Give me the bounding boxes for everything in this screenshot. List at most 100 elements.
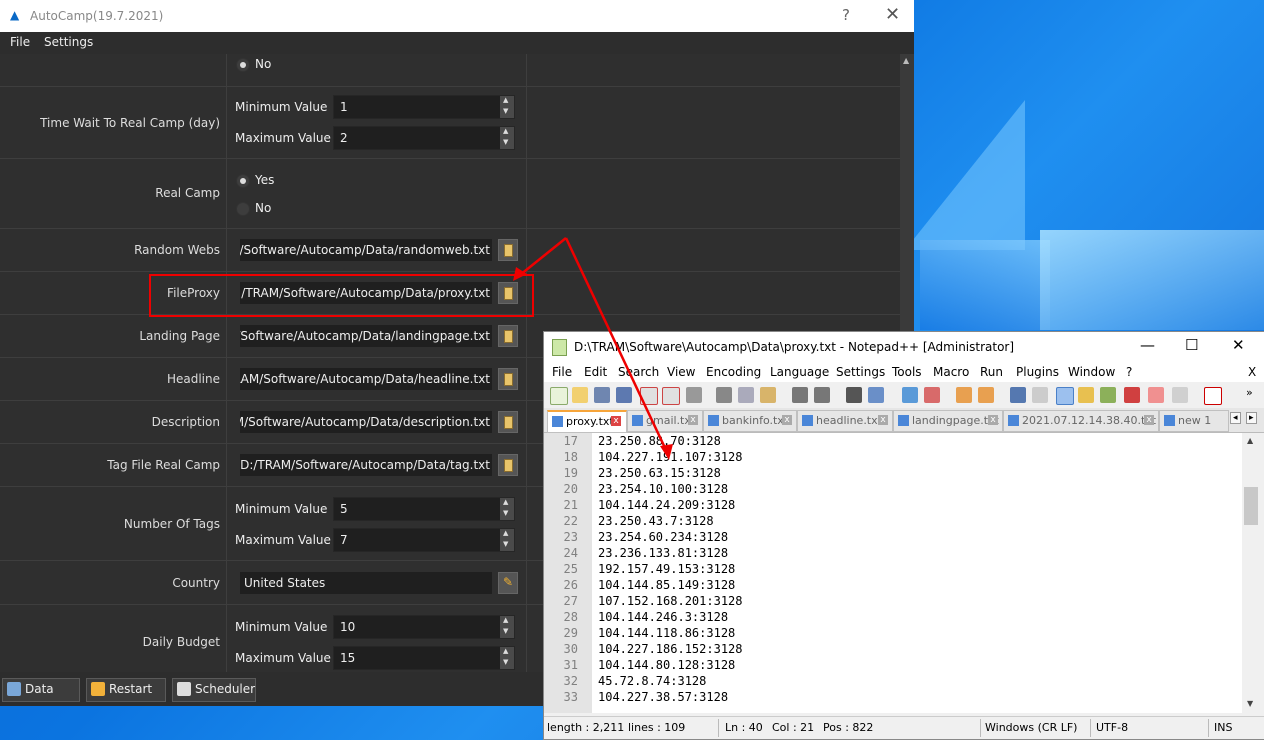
editor-line[interactable]: 26 104.144.85.149:3128 bbox=[544, 578, 1244, 594]
menu-language[interactable]: Language bbox=[770, 365, 829, 379]
udl-icon[interactable] bbox=[1078, 387, 1094, 403]
monitor-icon[interactable] bbox=[1172, 387, 1188, 403]
editor-line[interactable]: 23 23.254.60.234:3128 bbox=[544, 530, 1244, 546]
find-icon[interactable] bbox=[846, 387, 862, 403]
editor-line[interactable]: 29 104.144.118.86:3128 bbox=[544, 626, 1244, 642]
sync-h-icon[interactable] bbox=[978, 387, 994, 403]
tab-bankinfo[interactable]: bankinfo.txt x bbox=[703, 410, 797, 432]
save-icon[interactable] bbox=[594, 387, 610, 403]
real-camp-no-radio[interactable] bbox=[236, 202, 250, 216]
print-icon[interactable] bbox=[686, 387, 702, 403]
country-field[interactable]: United States bbox=[240, 572, 492, 594]
close-file-icon[interactable] bbox=[640, 387, 658, 405]
random-webs-path-field[interactable]: M/Software/Autocamp/Data/randomweb.txt bbox=[240, 239, 492, 261]
headline-path-field[interactable]: RAM/Software/Autocamp/Data/headline.txt bbox=[240, 368, 492, 390]
editor-line[interactable]: 19 23.250.63.15:3128 bbox=[544, 466, 1244, 482]
landing-page-path-field[interactable]: M/Software/Autocamp/Data/landingpage.txt bbox=[240, 325, 492, 347]
menu-search[interactable]: Search bbox=[618, 365, 659, 379]
redo-icon[interactable] bbox=[814, 387, 830, 403]
close-all-icon[interactable] bbox=[662, 387, 680, 405]
editor-line[interactable]: 33 104.227.38.57:3128 bbox=[544, 690, 1244, 706]
browse-file-icon[interactable] bbox=[498, 325, 518, 347]
time-wait-max-spinbox[interactable]: 2 bbox=[333, 126, 515, 150]
real-camp-yes-radio[interactable] bbox=[236, 174, 250, 188]
menu-view[interactable]: View bbox=[667, 365, 695, 379]
browse-file-icon[interactable] bbox=[498, 454, 518, 476]
show-all-chars-icon[interactable] bbox=[1032, 387, 1048, 403]
editor-line[interactable]: 24 23.236.133.81:3128 bbox=[544, 546, 1244, 562]
tag-file-path-field[interactable]: D:/TRAM/Software/Autocamp/Data/tag.txt bbox=[240, 454, 492, 476]
save-all-icon[interactable] bbox=[616, 387, 632, 403]
editor-line[interactable]: 25 192.157.49.153:3128 bbox=[544, 562, 1244, 578]
browse-file-icon[interactable] bbox=[498, 239, 518, 261]
editor-line[interactable]: 32 45.72.8.74:3128 bbox=[544, 674, 1244, 690]
scroll-down-icon[interactable]: ▼ bbox=[1247, 699, 1253, 708]
editor-line[interactable]: 28 104.144.246.3:3128 bbox=[544, 610, 1244, 626]
scroll-up-icon[interactable]: ▲ bbox=[1247, 436, 1253, 445]
open-file-icon[interactable] bbox=[572, 387, 588, 403]
help-button[interactable]: ? bbox=[842, 6, 850, 24]
scheduler-button[interactable]: Scheduler bbox=[172, 678, 256, 702]
indent-guide-icon[interactable] bbox=[1056, 387, 1074, 405]
restart-button[interactable]: Restart bbox=[86, 678, 166, 702]
budget-max-spinbox[interactable]: 15 bbox=[333, 646, 515, 670]
editor-line[interactable]: 21 104.144.24.209:3128 bbox=[544, 498, 1244, 514]
editor-line[interactable]: 30 104.227.186.152:3128 bbox=[544, 642, 1244, 658]
close-button[interactable]: ✕ bbox=[1232, 336, 1245, 354]
editor-line[interactable]: 17 23.250.88.70:3128 bbox=[544, 434, 1244, 450]
menu-tools[interactable]: Tools bbox=[892, 365, 922, 379]
cut-icon[interactable] bbox=[716, 387, 732, 403]
tab-headline[interactable]: headline.txt x bbox=[797, 410, 893, 432]
maximize-button[interactable]: ☐ bbox=[1185, 336, 1198, 354]
menu-encoding[interactable]: Encoding bbox=[706, 365, 761, 379]
menu-settings[interactable]: Settings bbox=[44, 35, 93, 49]
data-button[interactable]: Data bbox=[2, 678, 80, 702]
more-tools-icon[interactable]: » bbox=[1246, 386, 1253, 399]
function-list-icon[interactable] bbox=[1124, 387, 1140, 403]
editor-line[interactable]: 27 107.152.168.201:3128 bbox=[544, 594, 1244, 610]
tab-landingpage[interactable]: landingpage.txt x bbox=[893, 410, 1003, 432]
menu-file[interactable]: File bbox=[552, 365, 572, 379]
tab-gmail[interactable]: gmail.txt x bbox=[627, 410, 703, 432]
sync-v-icon[interactable] bbox=[956, 387, 972, 403]
tab-log[interactable]: 2021.07.12.14.38.40.txt x bbox=[1003, 410, 1159, 432]
text-editor[interactable]: 17 23.250.88.70:3128 18 104.227.191.107:312… bbox=[544, 433, 1260, 713]
word-wrap-icon[interactable] bbox=[1010, 387, 1026, 403]
editor-line[interactable]: 31 104.144.80.128:3128 bbox=[544, 658, 1244, 674]
menu-edit[interactable]: Edit bbox=[584, 365, 607, 379]
tab-new1[interactable]: new 1 bbox=[1159, 410, 1229, 432]
description-path-field[interactable]: AM/Software/Autocamp/Data/description.tx… bbox=[240, 411, 492, 433]
editor-line[interactable]: 20 23.254.10.100:3128 bbox=[544, 482, 1244, 498]
menu-run[interactable]: Run bbox=[980, 365, 1003, 379]
doc-map-icon[interactable] bbox=[1100, 387, 1116, 403]
menu-macro[interactable]: Macro bbox=[933, 365, 969, 379]
menu-help[interactable]: ? bbox=[1126, 365, 1132, 379]
copy-icon[interactable] bbox=[738, 387, 754, 403]
tab-scroll-left-icon[interactable]: ◂ bbox=[1230, 412, 1241, 424]
zoom-out-icon[interactable] bbox=[924, 387, 940, 403]
edit-icon[interactable] bbox=[498, 572, 518, 594]
browse-file-icon[interactable] bbox=[498, 411, 518, 433]
menu-settings[interactable]: Settings bbox=[836, 365, 885, 379]
tab-proxy[interactable]: proxy.txt x bbox=[547, 410, 627, 433]
undo-icon[interactable] bbox=[792, 387, 808, 403]
folder-workspace-icon[interactable] bbox=[1148, 387, 1164, 403]
editor-line[interactable]: 22 23.250.43.7:3128 bbox=[544, 514, 1244, 530]
tags-max-spinbox[interactable]: 7 bbox=[333, 528, 515, 552]
editor-line[interactable]: 18 104.227.191.107:3128 bbox=[544, 450, 1244, 466]
budget-min-spinbox[interactable]: 10 bbox=[333, 615, 515, 639]
replace-icon[interactable] bbox=[868, 387, 884, 403]
browse-file-icon[interactable] bbox=[498, 368, 518, 390]
close-button[interactable]: ✕ bbox=[885, 4, 900, 25]
minimize-button[interactable]: — bbox=[1140, 336, 1155, 354]
tab-scroll-right-icon[interactable]: ▸ bbox=[1246, 412, 1257, 424]
scroll-thumb[interactable] bbox=[1244, 487, 1258, 525]
menu-close-doc[interactable]: X bbox=[1248, 365, 1256, 379]
paste-icon[interactable] bbox=[760, 387, 776, 403]
record-macro-icon[interactable] bbox=[1204, 387, 1222, 405]
menu-plugins[interactable]: Plugins bbox=[1016, 365, 1059, 379]
tags-min-spinbox[interactable]: 5 bbox=[333, 497, 515, 521]
menu-window[interactable]: Window bbox=[1068, 365, 1115, 379]
time-wait-min-spinbox[interactable]: 1 bbox=[333, 95, 515, 119]
zoom-in-icon[interactable] bbox=[902, 387, 918, 403]
